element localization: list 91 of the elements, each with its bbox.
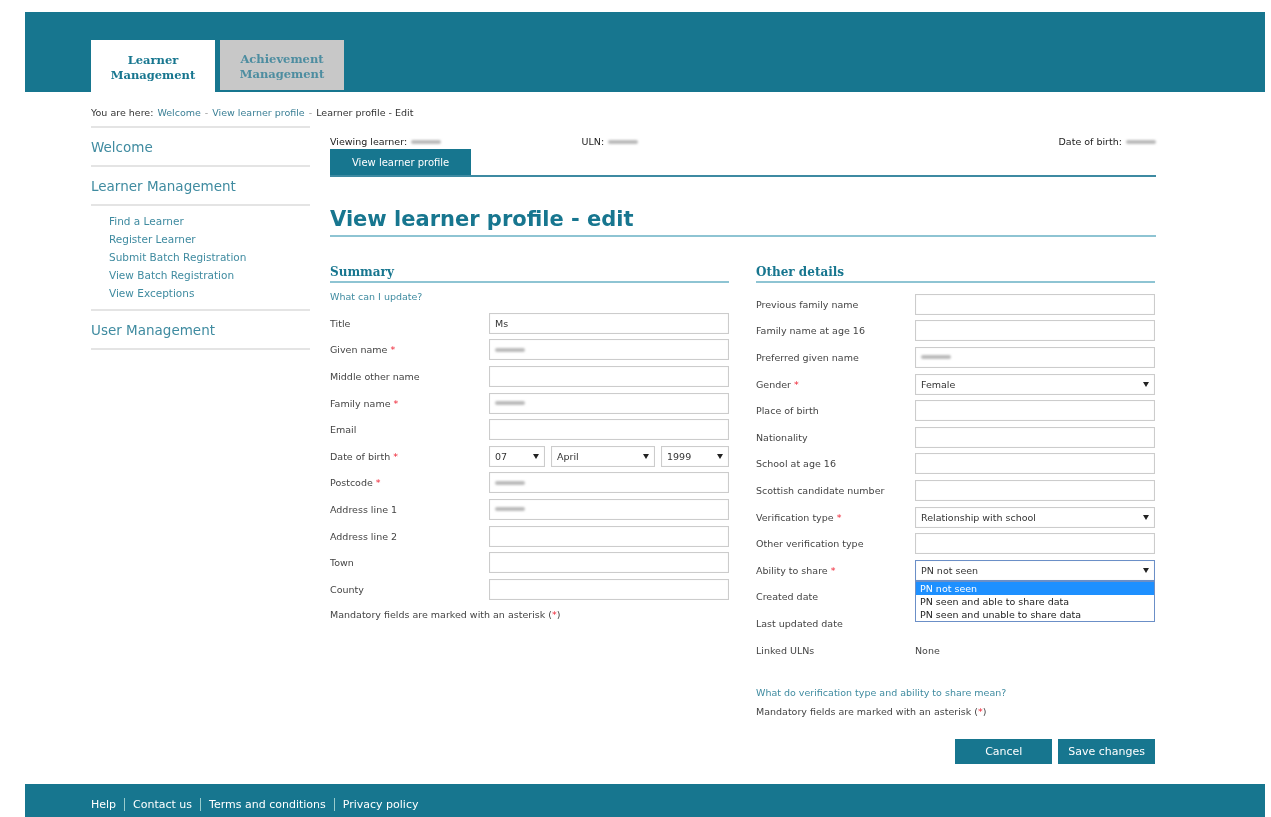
footer-link[interactable]: Contact us [133,797,193,811]
field-label: Address line 2 [330,530,399,542]
field-label: Other verification type [756,538,865,550]
sidebar-subitem[interactable]: View Batch Registration [109,269,310,281]
text-field[interactable] [915,400,1155,422]
sidebar-item[interactable]: Welcome [91,128,310,167]
text-field[interactable] [915,426,1155,448]
text-field[interactable] [489,392,729,414]
field-label: Linked ULNs [756,644,816,656]
field-label: Nationality [756,431,809,443]
field-label: Title [330,317,352,329]
field-label: Town [330,557,355,569]
dropdown-option[interactable]: PN not seen [916,581,1154,595]
text-field[interactable] [489,472,729,494]
caret-icon [717,453,723,459]
dropdown-option[interactable]: PN seen and unable to share data [916,607,1154,621]
field-label: Address line 1 [330,503,399,515]
field-label: Email [330,424,358,436]
sidebar-subitem[interactable]: Register Learner [109,233,310,245]
breadcrumb-link[interactable]: Welcome [157,107,201,118]
learner-info-label: Date of birth: [1058,136,1122,147]
text-field[interactable] [915,533,1155,555]
save-button[interactable]: Save changes [1058,739,1155,765]
text-field[interactable] [489,498,729,520]
field-label: Place of birth [756,405,820,417]
verification-info-link[interactable]: What do verification type and ability to share mean? [756,687,1155,699]
page-tab[interactable]: View learner profile [330,149,472,175]
dropdown-option[interactable]: PN seen and able to share data [916,594,1154,608]
caret-icon [1143,514,1149,520]
nav-tab[interactable]: Learner Management [91,40,215,92]
text-field[interactable] [915,453,1155,475]
text-field[interactable] [489,525,729,547]
sidebar-subitem[interactable]: Find a Learner [109,215,310,227]
breadcrumb-separator: - [308,107,313,118]
sidebar-subitem[interactable]: View Exceptions [109,287,310,299]
field-label: Gender * [756,378,800,390]
text-field[interactable] [915,293,1155,315]
field-label: County [330,583,365,595]
field-label: School at age 16 [756,458,837,470]
caret-icon [1143,381,1149,387]
text-field[interactable] [915,479,1155,501]
dropdown[interactable]: Female [915,373,1155,395]
field-label: Postcode * [330,477,382,489]
caret-icon [533,453,539,459]
caret-icon [1143,567,1149,573]
sidebar-item[interactable]: User Management [91,311,310,350]
breadcrumb-label: You are here: [91,107,154,118]
section-heading: Other details [756,265,1155,283]
field-label: Verification type * [756,511,843,523]
dropdown[interactable]: PN not seen [915,559,1155,581]
mandatory-note: Mandatory fields are marked with an asterisk (*) [756,706,988,718]
page-title: View learner profile - edit [330,207,1156,237]
field-label: Family name at age 16 [756,325,866,337]
text-field[interactable]: Ms [489,312,729,334]
text-field[interactable] [489,578,729,600]
section-heading: Summary [330,265,729,283]
caret-icon [643,453,649,459]
field-label: Ability to share * [756,564,837,576]
update-info-link[interactable]: What can I update? [330,291,729,302]
field-value: None [915,644,940,656]
sidebar-item[interactable]: Learner Management [91,167,310,206]
dropdown[interactable]: 1999 [661,445,729,467]
field-label: Family name * [330,397,400,409]
breadcrumb-link[interactable]: View learner profile [212,107,305,118]
footer-link[interactable]: Help [91,797,117,811]
cancel-button[interactable]: Cancel [955,739,1053,765]
footer-link[interactable]: Privacy policy [342,797,419,811]
field-label: Previous family name [756,298,860,310]
text-field[interactable] [489,552,729,574]
breadcrumb-current: Learner profile - Edit [316,107,414,118]
text-field[interactable] [489,339,729,361]
field-label: Given name * [330,344,397,356]
learner-info-label: ULN: [581,136,605,147]
breadcrumb-separator: - [204,107,209,118]
text-field[interactable] [489,419,729,441]
footer-link[interactable]: Terms and conditions [209,797,326,811]
text-field[interactable] [915,347,1155,368]
field-label: Scottish candidate number [756,484,886,496]
dropdown[interactable]: April [551,445,655,467]
learner-info-label: Viewing learner: [330,136,408,147]
field-label: Middle other name [330,371,421,382]
text-field[interactable] [489,366,729,387]
field-label: Last updated date [756,617,844,629]
sidebar-subitem[interactable]: Submit Batch Registration [109,251,310,263]
dropdown[interactable]: 07 [489,445,545,467]
field-label: Created date [756,591,820,603]
mandatory-note: Mandatory fields are marked with an asterisk (*) [330,608,562,620]
field-label: Preferred given name [756,352,860,363]
dropdown[interactable]: Relationship with school [915,506,1155,528]
text-field[interactable] [915,320,1155,342]
field-label: Date of birth * [330,450,399,462]
